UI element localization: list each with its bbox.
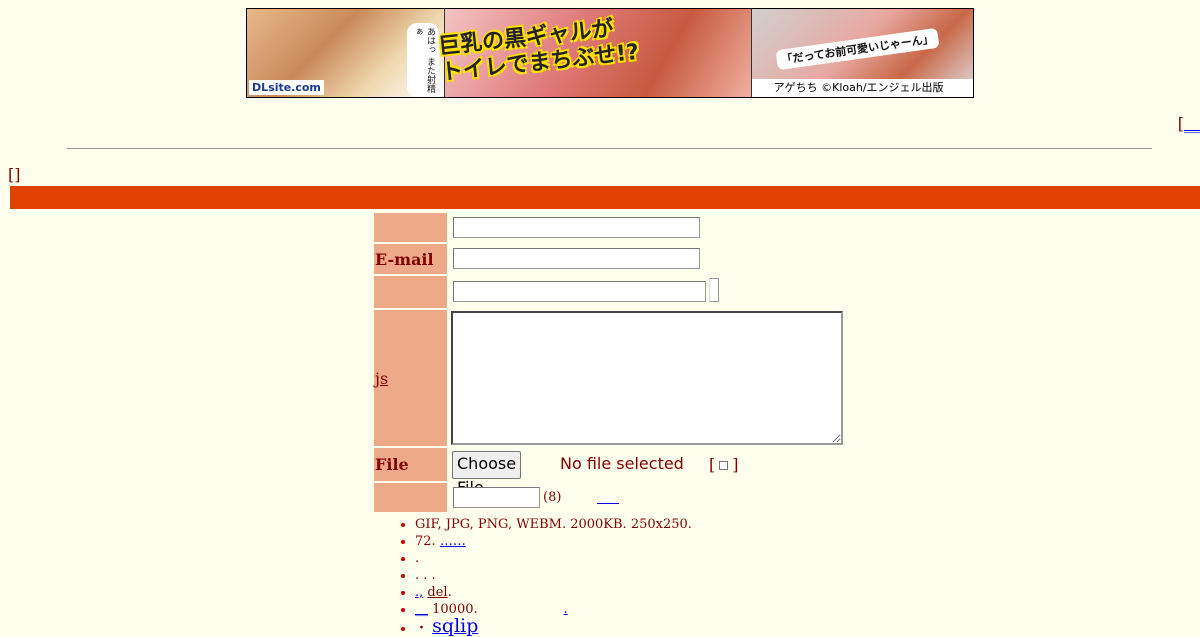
- banner-credit: アゲちち ©Kloah/エンジェル出版: [751, 79, 973, 97]
- del-link[interactable]: del: [427, 585, 447, 600]
- rule-item: ・ sqlip: [415, 615, 692, 637]
- rule-suffix: .: [447, 585, 452, 600]
- name-input[interactable]: [453, 217, 700, 238]
- submit-button[interactable]: [709, 278, 719, 302]
- comment-textarea[interactable]: [451, 311, 843, 445]
- header-divider: [67, 148, 1152, 149]
- top-right-link[interactable]: __: [1184, 114, 1200, 133]
- mode-bracket: []: [8, 165, 21, 184]
- rule-text: GIF, JPG, PNG, WEBM. 2000KB. 250x250.: [415, 517, 692, 532]
- textonly-bracket-close: ]: [732, 455, 739, 474]
- textonly-checkbox[interactable]: [719, 461, 729, 470]
- rule-item: ., del.: [415, 584, 692, 601]
- post-mode-bar: [10, 186, 1200, 209]
- comment-label: js: [374, 310, 447, 446]
- rule-item: .: [415, 550, 692, 567]
- file-label: File: [374, 448, 447, 481]
- rule-item: . . .: [415, 567, 692, 584]
- banner-panel-right: 「だってお前可愛いじゃーん」 アゲちち ©Kloah/エンジェル出版: [750, 9, 973, 97]
- dlsite-logo: DLsite.com: [249, 80, 324, 95]
- top-right-nav: [__: [1178, 114, 1200, 133]
- rule-text: 72.: [415, 534, 436, 549]
- rule-link[interactable]: .,: [415, 585, 423, 600]
- rule-item: 72. ……: [415, 533, 692, 550]
- banner-panel-left: あはっ また射精ぁ DLsite.com: [247, 9, 445, 97]
- password-input[interactable]: [453, 487, 540, 508]
- rule-link[interactable]: __: [415, 602, 428, 617]
- rule-text: .: [415, 551, 420, 566]
- banner-catchphrase: 巨乳の黒ギャルが トイレでまちぶせ!?: [438, 9, 742, 87]
- password-hint: (8): [543, 490, 562, 505]
- password-label: [374, 483, 447, 512]
- comment-js-link[interactable]: js: [375, 369, 388, 388]
- textonly-bracket-open: [: [709, 455, 716, 474]
- rule-lead: ・: [415, 621, 429, 636]
- posting-rules: GIF, JPG, PNG, WEBM. 2000KB. 250x250. 72…: [374, 516, 692, 637]
- password-help-link[interactable]: [597, 485, 619, 504]
- sqlip-link[interactable]: sqlip: [432, 615, 478, 637]
- banner-panel-center: 巨乳の黒ギャルが トイレでまちぶせ!?: [438, 9, 751, 97]
- email-input[interactable]: [453, 248, 700, 269]
- banner-ad[interactable]: あはっ また射精ぁ DLsite.com 巨乳の黒ギャルが トイレでまちぶせ!?…: [246, 8, 974, 98]
- rule-tail-link[interactable]: .: [564, 602, 568, 617]
- file-status: No file selected: [560, 454, 684, 473]
- name-label: [374, 213, 447, 242]
- rule-text: . . .: [415, 568, 436, 583]
- banner-speech-bubble: あはっ また射精ぁ: [407, 23, 439, 97]
- banner-quote: 「だってお前可愛いじゃーん」: [775, 27, 940, 71]
- rule-link[interactable]: ……: [440, 534, 466, 549]
- rule-item: GIF, JPG, PNG, WEBM. 2000KB. 250x250.: [415, 516, 692, 533]
- choose-file-button[interactable]: Choose File: [452, 451, 522, 497]
- subject-label: [374, 276, 447, 308]
- email-label: E-mail: [374, 244, 447, 274]
- subject-input[interactable]: [453, 281, 706, 302]
- textonly-option: []: [709, 455, 739, 474]
